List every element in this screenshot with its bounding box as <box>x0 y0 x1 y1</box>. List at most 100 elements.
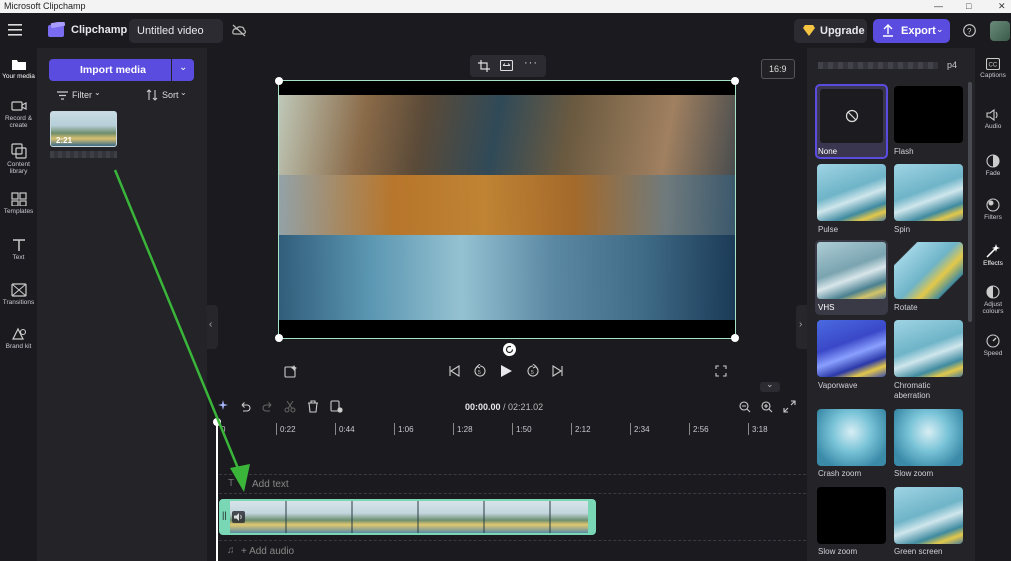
rail-speed[interactable]: Speed <box>975 334 1011 357</box>
effect-rotate[interactable] <box>894 242 963 299</box>
rail-templates[interactable]: Templates <box>0 192 37 215</box>
clip-audio-button[interactable] <box>232 511 245 523</box>
rail-label: Captions <box>980 72 1006 79</box>
export-label: Export <box>901 25 936 37</box>
maximize-icon[interactable]: □ <box>966 0 971 13</box>
delete-icon[interactable] <box>307 400 319 413</box>
cloud-off-icon[interactable] <box>232 24 246 37</box>
rail-effects[interactable]: Effects <box>975 244 1011 267</box>
effect-slow-zoom[interactable] <box>894 409 963 466</box>
magic-select-icon[interactable] <box>284 364 298 378</box>
more-options-icon[interactable]: ··· <box>524 57 538 69</box>
effects-icon <box>986 244 1000 258</box>
project-title-field[interactable]: Untitled video <box>129 19 223 43</box>
rail-record-create[interactable]: Record & create <box>0 99 37 129</box>
preview-toolbar: ··· <box>470 55 546 77</box>
track-divider <box>219 540 806 541</box>
prohibited-icon <box>845 109 859 123</box>
rail-fade[interactable]: Fade <box>975 154 1011 177</box>
ruler-tick: 1:28 <box>457 425 473 434</box>
effect-slow-zoom-2[interactable] <box>817 487 886 544</box>
chevron-right-icon: › <box>799 319 803 330</box>
rail-brand-kit[interactable]: Brand kit <box>0 327 37 350</box>
rail-content-library[interactable]: Content library <box>0 143 37 175</box>
clip-trim-left[interactable]: || <box>221 501 230 533</box>
transitions-icon <box>10 283 27 297</box>
resize-handle[interactable] <box>731 77 739 85</box>
upgrade-button[interactable]: Upgrade <box>794 19 867 43</box>
annotation-arrow <box>113 169 250 492</box>
svg-text:?: ? <box>967 27 972 36</box>
rail-captions[interactable]: CC Captions <box>975 58 1011 79</box>
fullscreen-icon[interactable] <box>715 365 727 377</box>
aspect-ratio-label: 16:9 <box>769 64 787 74</box>
redo-icon[interactable] <box>262 401 274 412</box>
effect-pulse[interactable] <box>817 164 886 221</box>
avatar[interactable] <box>990 21 1010 41</box>
add-audio-label: + Add audio <box>241 546 295 557</box>
chevron-down-icon: ⌄ <box>936 24 944 34</box>
effect-label: Pulse <box>818 225 839 234</box>
minimize-icon[interactable]: — <box>934 0 943 13</box>
skip-back-icon[interactable] <box>448 365 460 377</box>
duplicate-icon[interactable] <box>330 400 343 413</box>
play-icon[interactable] <box>500 364 513 378</box>
effect-vaporwave[interactable] <box>817 320 886 377</box>
svg-text:CC: CC <box>989 63 998 69</box>
chevron-down-icon: ⌄ <box>180 88 187 97</box>
resize-handle[interactable] <box>275 77 283 85</box>
video-clip[interactable]: || <box>219 499 596 535</box>
rail-adjust-colours[interactable]: Adjust colours <box>975 285 1011 315</box>
rail-transitions[interactable]: Transitions <box>0 283 37 306</box>
import-dropdown-button[interactable]: ⌄ <box>172 59 194 81</box>
filters-icon <box>986 198 1000 212</box>
zoom-in-icon[interactable] <box>761 401 773 413</box>
collapse-right-handle[interactable]: › <box>796 305 807 349</box>
crop-icon[interactable] <box>478 60 490 72</box>
scissors-icon[interactable] <box>284 401 296 413</box>
effect-crash-zoom[interactable] <box>817 409 886 466</box>
aspect-ratio-button[interactable]: 16:9 <box>761 59 795 79</box>
diamond-icon <box>803 25 815 36</box>
ruler-tick: 2:56 <box>693 425 709 434</box>
effect-green-screen[interactable] <box>894 487 963 544</box>
upload-arrow-icon <box>883 24 893 37</box>
total-time: / 02:21.02 <box>503 402 544 412</box>
resize-handle[interactable] <box>275 334 283 342</box>
project-title: Untitled video <box>137 25 204 37</box>
rewind-5s-icon[interactable]: 5 <box>473 364 487 378</box>
app-bar: Clipchamp Untitled video Upgrade Export … <box>0 13 1011 48</box>
clip-trim-right[interactable] <box>588 501 594 533</box>
effect-chromatic-aberration[interactable] <box>894 320 963 377</box>
effect-spin[interactable] <box>894 164 963 221</box>
help-icon[interactable]: ? <box>963 24 976 37</box>
window-titlebar: Microsoft Clipchamp — □ ✕ <box>0 0 1011 13</box>
scrollbar[interactable] <box>968 82 972 322</box>
ruler-tick: 3:18 <box>752 425 768 434</box>
rail-your-media[interactable]: Your media <box>0 57 37 80</box>
rail-filters[interactable]: Filters <box>975 198 1011 221</box>
fit-icon[interactable] <box>500 60 513 71</box>
import-media-button[interactable]: Import media <box>49 59 171 81</box>
forward-5s-icon[interactable]: 5 <box>526 364 540 378</box>
speaker-icon <box>986 109 998 121</box>
media-thumbnail[interactable]: 2:21 <box>50 111 117 147</box>
hamburger-icon[interactable] <box>8 24 22 36</box>
sort-label: Sort <box>162 90 179 100</box>
rail-label: Filters <box>984 214 1002 221</box>
resize-handle[interactable] <box>731 334 739 342</box>
zoom-out-icon[interactable] <box>739 401 751 413</box>
import-media-label: Import media <box>80 64 146 76</box>
rail-text[interactable]: Text <box>0 238 37 261</box>
fit-timeline-icon[interactable] <box>783 400 796 413</box>
video-frame[interactable] <box>278 80 736 339</box>
rotate-handle[interactable] <box>503 343 516 356</box>
skip-forward-icon[interactable] <box>552 365 564 377</box>
close-icon[interactable]: ✕ <box>998 0 1006 13</box>
collapse-preview-button[interactable]: ⌄ <box>760 379 780 392</box>
music-note-icon: ♫ <box>227 545 235 556</box>
export-button[interactable]: Export ⌄ <box>873 19 950 43</box>
rail-audio[interactable]: Audio <box>975 109 1011 130</box>
effect-flash[interactable] <box>894 86 963 143</box>
adjust-colours-icon <box>986 285 1000 299</box>
